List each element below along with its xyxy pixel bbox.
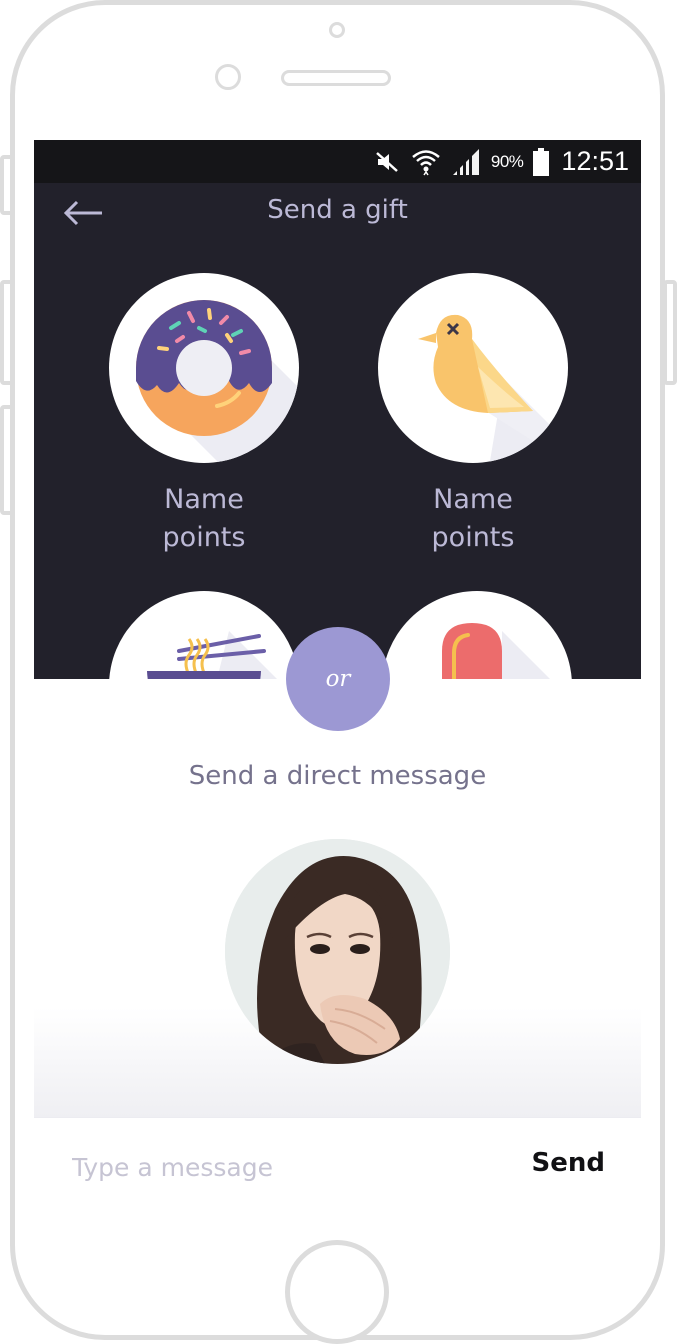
home-button[interactable] xyxy=(285,1240,389,1344)
gift-item-popsicle[interactable] xyxy=(382,591,572,679)
status-bar: 90% 12:51 xyxy=(34,140,641,183)
gift-name: Name xyxy=(433,484,513,515)
gift-item-bird[interactable]: Name points xyxy=(378,273,568,557)
gift-points: points xyxy=(162,522,246,553)
gift-item-donut[interactable]: Name points xyxy=(109,273,299,557)
noodle-bowl-icon xyxy=(147,631,277,679)
gift-points: points xyxy=(431,522,515,553)
avatar-photo xyxy=(225,839,450,1064)
gift-section: Send a gift Name points Name points xyxy=(34,183,641,679)
donut-icon xyxy=(136,300,299,463)
gift-circle xyxy=(382,591,572,679)
side-button-silent xyxy=(0,155,14,215)
earpiece-speaker xyxy=(281,70,391,86)
page-title: Send a gift xyxy=(267,195,408,225)
gift-item-noodles[interactable] xyxy=(109,591,299,679)
direct-message-title: Send a direct message xyxy=(188,761,487,791)
or-divider-badge: or xyxy=(286,627,390,731)
front-camera xyxy=(329,22,345,38)
direct-message-section: Send a direct message xyxy=(34,679,641,1117)
status-time: 12:51 xyxy=(561,146,629,176)
gift-name: Name xyxy=(164,484,244,515)
popsicle-icon xyxy=(442,623,550,679)
user-avatar[interactable] xyxy=(225,839,450,1064)
battery-percent: 90% xyxy=(490,151,524,171)
side-button-power xyxy=(663,280,677,385)
gift-circle xyxy=(109,591,299,679)
gift-circle xyxy=(109,273,299,463)
proximity-sensor xyxy=(215,64,241,90)
send-button[interactable]: Send xyxy=(532,1148,605,1178)
bird-icon xyxy=(418,314,568,463)
signal-icon xyxy=(451,148,481,175)
battery-icon xyxy=(533,147,550,176)
mute-icon xyxy=(375,150,401,174)
side-button-volume-down xyxy=(0,405,14,515)
gift-circle xyxy=(378,273,568,463)
wifi-icon xyxy=(411,148,441,176)
app-screen: 90% 12:51 Send a gift Name points Name p… xyxy=(34,140,641,1212)
message-composer: Send xyxy=(34,1117,641,1212)
side-button-volume-up xyxy=(0,280,14,385)
message-input[interactable] xyxy=(70,1144,494,1190)
